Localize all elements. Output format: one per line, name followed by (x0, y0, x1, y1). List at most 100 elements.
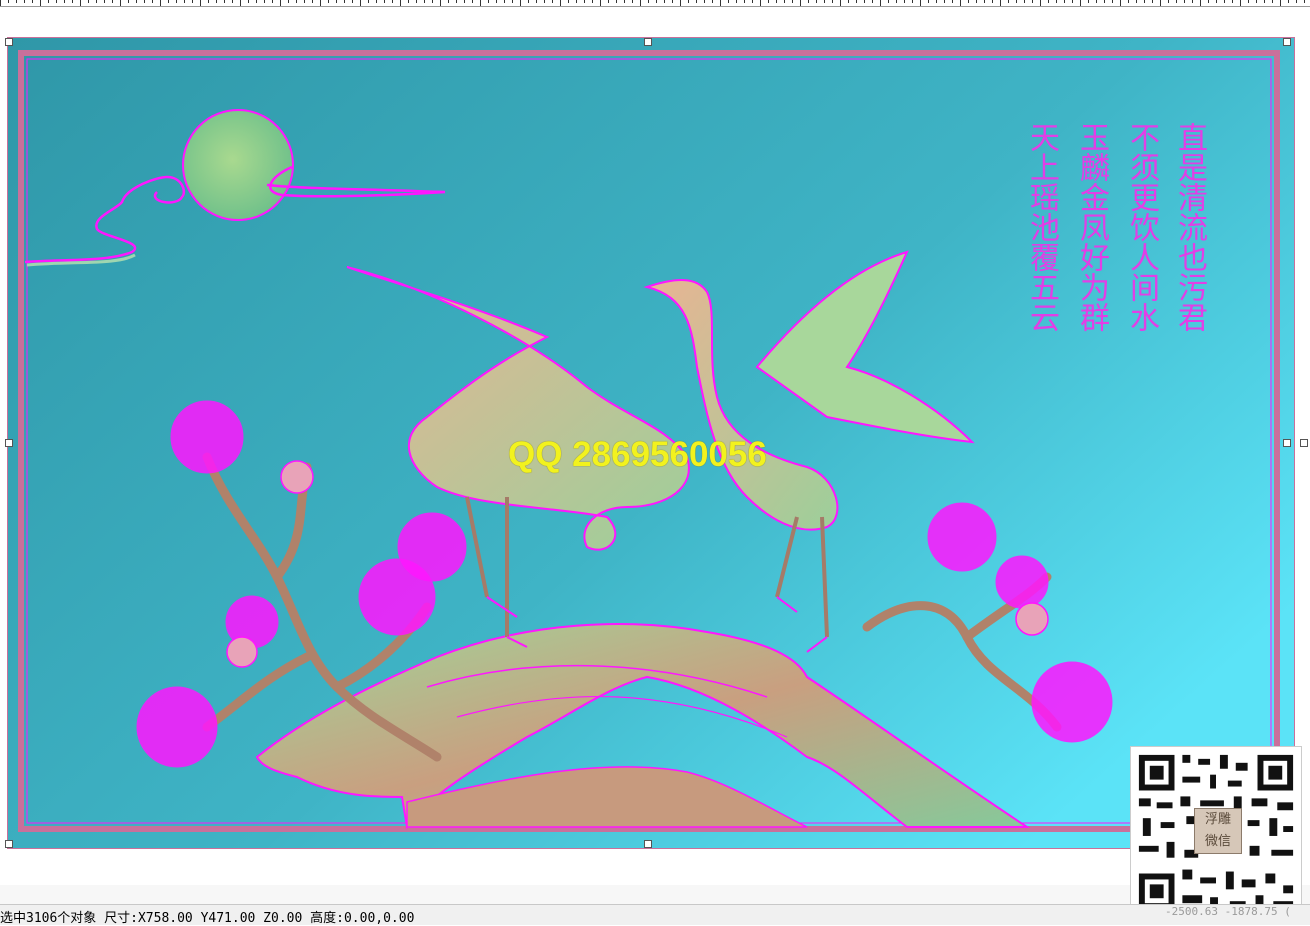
ruler-tick (664, 0, 665, 3)
ruler-tick (920, 0, 921, 6)
ruler-tick (104, 0, 105, 3)
ruler-tick (456, 0, 457, 3)
qq-watermark-text: QQ 2869560056 (508, 435, 767, 474)
ruler-tick (216, 0, 217, 3)
ruler-tick (96, 0, 97, 3)
ruler-tick (1240, 0, 1241, 6)
ruler-tick (248, 0, 249, 3)
ruler-tick (1280, 0, 1281, 6)
ruler-tick (264, 0, 265, 3)
ruler-tick (1096, 0, 1097, 3)
ruler-tick (1032, 0, 1033, 3)
ruler-tick (752, 0, 753, 3)
cursor-coordinates: -2500.63 -1878.75 ( (1165, 905, 1291, 918)
ruler-tick (480, 0, 481, 6)
ruler-tick (1120, 0, 1121, 6)
ruler-tick (592, 0, 593, 3)
ruler-tick (1264, 0, 1265, 3)
ruler-tick (1136, 0, 1137, 3)
ruler-tick (880, 0, 881, 6)
ruler-tick (1000, 0, 1001, 6)
ruler-tick (816, 0, 817, 3)
ruler-tick (288, 0, 289, 3)
ruler-tick (848, 0, 849, 3)
ruler-tick (560, 0, 561, 6)
ruler-tick (384, 0, 385, 3)
ruler-tick (304, 0, 305, 3)
ruler-tick (1008, 0, 1009, 3)
ruler-tick (608, 0, 609, 3)
ruler-tick (40, 0, 41, 6)
ruler-tick (280, 0, 281, 6)
ruler-tick (208, 0, 209, 3)
selection-handle-icon[interactable] (5, 840, 13, 848)
ruler-tick (416, 0, 417, 3)
ruler-tick (1016, 0, 1017, 3)
ruler-tick (936, 0, 937, 3)
poem-column: 玉麟金凤好为群 (1074, 122, 1109, 332)
ruler-tick (672, 0, 673, 3)
ruler-tick (824, 0, 825, 3)
ruler-tick (1128, 0, 1129, 3)
ruler-tick (240, 0, 241, 6)
ruler-tick (392, 0, 393, 3)
ruler-tick (944, 0, 945, 3)
ruler-tick (24, 0, 25, 3)
ruler-tick (8, 0, 9, 3)
ruler-tick (64, 0, 65, 3)
ruler-tick (1184, 0, 1185, 3)
selection-handle-icon[interactable] (1300, 439, 1308, 447)
ruler-tick (624, 0, 625, 3)
ruler-tick (496, 0, 497, 3)
ruler-tick (1104, 0, 1105, 3)
ruler-tick (808, 0, 809, 3)
ruler-tick (256, 0, 257, 3)
ruler-tick (336, 0, 337, 3)
ruler-tick (1192, 0, 1193, 3)
selection-handle-icon[interactable] (5, 439, 13, 447)
ruler-tick (632, 0, 633, 3)
ruler-tick (72, 0, 73, 3)
selection-handle-icon[interactable] (1283, 439, 1291, 447)
ruler-tick (1072, 0, 1073, 3)
ruler-tick (432, 0, 433, 3)
ruler-tick (272, 0, 273, 3)
status-selection-info: 选中3106个对象 尺寸:X758.00 Y471.00 Z0.00 高度:0.… (0, 911, 415, 926)
ruler-tick (536, 0, 537, 3)
ruler-tick (976, 0, 977, 3)
ruler-tick (584, 0, 585, 3)
ruler-tick (840, 0, 841, 6)
ruler-tick (448, 0, 449, 3)
ruler-tick (352, 0, 353, 3)
ruler-tick (112, 0, 113, 3)
ruler-tick (992, 0, 993, 3)
ruler-tick (160, 0, 161, 6)
selection-handle-icon[interactable] (644, 38, 652, 46)
selection-handle-icon[interactable] (5, 38, 13, 46)
horizontal-ruler[interactable]: 300 200 100 0 100 200 300 400 (0, 0, 1310, 7)
ruler-tick (120, 0, 121, 6)
ruler-tick (1256, 0, 1257, 3)
ruler-tick (760, 0, 761, 6)
ruler-tick (1112, 0, 1113, 3)
ruler-tick (528, 0, 529, 3)
ruler-tick (312, 0, 313, 3)
poem-column: 不须更饮人间水 (1124, 122, 1159, 332)
ruler-tick (728, 0, 729, 3)
qr-logo-badge: 浮雕 微信 (1194, 808, 1242, 854)
ruler-tick (928, 0, 929, 3)
ruler-tick (56, 0, 57, 3)
ruler-label: 300 (1121, 0, 1137, 3)
ruler-tick (168, 0, 169, 3)
ruler-tick (1304, 0, 1305, 3)
ruler-tick (400, 0, 401, 6)
selection-handle-icon[interactable] (644, 840, 652, 848)
ruler-tick (792, 0, 793, 3)
ruler-tick (648, 0, 649, 3)
selection-handle-icon[interactable] (1283, 38, 1291, 46)
ruler-tick (952, 0, 953, 3)
ruler-tick (488, 0, 489, 3)
ruler-tick (224, 0, 225, 3)
ruler-tick (872, 0, 873, 3)
ruler-tick (1152, 0, 1153, 3)
